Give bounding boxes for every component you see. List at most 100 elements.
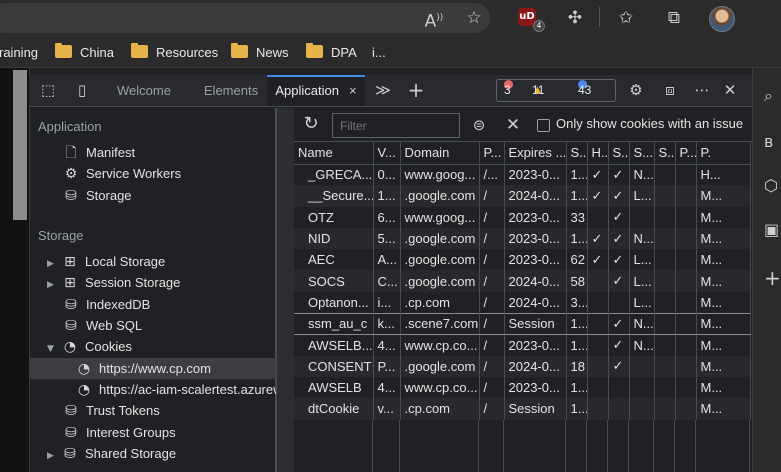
column-header[interactable]: S... [654,142,676,165]
table-cell: 1... [566,334,588,356]
settings-gear-icon[interactable]: ⚙ [625,79,647,101]
tree-item-web-sql[interactable]: ⛁ Web SQL [62,315,142,336]
address-bar[interactable] [0,3,490,33]
table-cell: 2023-0... [504,164,567,186]
device-emulation-icon[interactable]: ▯ [71,79,93,101]
table-cell [675,249,697,271]
bookmark-folder-news[interactable]: News [231,43,289,62]
more-tabs-icon[interactable]: ≫ [372,79,394,101]
panel-splitter[interactable] [276,108,294,472]
column-header[interactable]: Name [294,142,374,165]
tools-icon[interactable]: ⬡ [764,176,781,196]
table-row[interactable]: Optanon... i... .cp.com/2024-0... 3... L... M… [294,291,751,314]
customize-icon[interactable]: ⧈ [659,79,681,101]
table-row[interactable]: __Secure... 1... .google.com/2024-0... 1...… [294,185,751,207]
table-row[interactable]: CONSENT P... .google.com/2024-0... 18 ✓ M... [294,355,751,377]
folder-icon [55,43,72,58]
bookmark-partial[interactable]: raining [0,44,38,62]
collapse-arrow-icon[interactable]: ▼ [47,339,61,360]
bing-chat-icon[interactable]: ʙ [764,132,781,152]
table-cell: 1... [566,227,588,250]
filter-input[interactable] [332,113,460,138]
table-row[interactable]: AWSELB... 4... www.cp.co.../2023-0... 1... ✓… [294,334,751,356]
column-header[interactable]: S... [566,142,588,165]
issues-counter[interactable]: 3 ▲ 11 43 [496,79,616,102]
column-header[interactable]: V... [373,142,401,165]
extensions-icon[interactable]: ✣ [563,6,587,30]
clear-all-icon[interactable]: ✕ [502,114,524,136]
tree-item-cookie-azure[interactable]: ◔ https://ac-iam-scalertest.azurew [75,379,276,400]
table-cell: 2024-0... [504,185,567,207]
tab-elements[interactable]: Elements [195,75,267,106]
tab-welcome[interactable]: Welcome [108,75,180,106]
tree-item-cookie-cp[interactable]: ◔ https://www.cp.com [30,358,276,379]
refresh-icon[interactable]: ↻ [300,113,322,135]
page-scrollbar[interactable] [13,70,27,220]
table-row[interactable]: dtCookie v... .cp.com / Session 1... M... [294,398,751,420]
tree-item-indexeddb[interactable]: ⛁ IndexedDB [62,294,150,315]
tree-item-shared-storage[interactable]: ▶ ⛁ Shared Storage [47,443,176,464]
inspect-element-icon[interactable]: ⬚ [37,79,59,101]
database-icon: ⛁ [65,425,77,441]
close-devtools-icon[interactable]: ✕ [719,79,741,101]
bookmark-folder-dpa[interactable]: DPA [306,43,357,62]
column-header[interactable]: S... [608,142,630,165]
bookmark-overflow[interactable]: i... [372,44,386,62]
table-row[interactable]: ssm_au_c k... .scene7.com / Session 1... ✓ N...… [294,312,751,335]
tree-item-trust-tokens[interactable]: ⛁ Trust Tokens [62,400,160,421]
profile-avatar[interactable] [709,6,735,32]
expand-arrow-icon[interactable]: ▶ [47,446,61,467]
column-header[interactable]: Expires ... [504,142,567,165]
read-aloud-icon[interactable]: A)) [422,6,446,32]
only-issue-checkbox[interactable] [537,119,550,132]
table-row[interactable]: _GRECA... 0... www.goog.../... 2023-0... 1..… [294,164,751,186]
table-cell: 2023-0... [504,206,567,228]
close-tab-icon[interactable]: × [349,83,357,98]
table-cell: .google.com [400,249,480,271]
column-header[interactable]: P... [675,142,697,165]
table-cell [587,206,609,228]
table-row[interactable]: OTZ 6... www.goog.../2023-0... 33 ✓ M... [294,206,751,228]
table-cell: ✓ [608,270,630,292]
favorites-icon[interactable]: ✩ [614,6,638,30]
table-cell: M... [696,376,751,399]
column-header[interactable]: Domain [400,142,480,165]
table-row[interactable]: NID 5... .google.com/2023-0... 1... ✓ ✓ N... M.… [294,227,751,250]
search-icon[interactable]: ⌕ [764,86,781,106]
table-cell: M... [696,355,751,377]
table-cell [675,164,697,186]
bookmark-folder-resources[interactable]: Resources [131,43,218,62]
table-row[interactable]: AEC A... .google.com/2023-0... 62 ✓ ✓ L... M... [294,249,751,271]
table-cell [629,355,655,377]
table-cell: ✓ [608,164,630,186]
column-header[interactable]: P. [696,142,751,165]
table-cell: M... [696,334,751,356]
table-cell: k... [373,312,401,335]
add-tab-icon[interactable]: + [405,79,427,101]
clear-filtered-icon[interactable]: ⊜ [468,114,490,136]
tree-item-service-workers[interactable]: ⚙ Service Workers [62,163,181,184]
office-icon[interactable]: ▣ [764,220,781,240]
table-cell: /... [479,164,505,186]
tree-item-cookies[interactable]: ▼ ◔ Cookies [47,336,132,357]
add-favorite-icon[interactable]: ☆ [462,6,486,30]
tree-item-session-storage[interactable]: ▶ ⊞ Session Storage [47,272,180,293]
column-header[interactable]: P... [479,142,505,165]
table-cell: N... [629,164,655,186]
table-row[interactable]: SOCS C... .google.com/2024-0... 58 ✓ L... M... [294,270,751,292]
collections-icon[interactable]: ⧉ [662,6,686,30]
expand-arrow-icon[interactable]: ▶ [47,275,61,296]
tree-item-interest-groups[interactable]: ⛁ Interest Groups [62,422,175,443]
add-sidebar-app-icon[interactable]: + [764,268,781,288]
more-options-icon[interactable]: ⋯ [691,79,713,101]
tree-item-manifest[interactable]: 🗋 Manifest [62,142,135,163]
table-cell: www.goog... [400,164,480,186]
column-header[interactable]: S... [629,142,655,165]
tab-application[interactable]: Application × [267,75,365,106]
tree-item-storage[interactable]: ⛁ Storage [62,185,131,206]
column-header[interactable]: H... [587,142,609,165]
bookmark-folder-china[interactable]: China [55,43,114,62]
table-cell: M... [696,249,751,271]
table-row[interactable]: AWSELB 4... www.cp.co.../2023-0... 1... M... [294,376,751,399]
tree-item-local-storage[interactable]: ▶ ⊞ Local Storage [47,251,165,272]
